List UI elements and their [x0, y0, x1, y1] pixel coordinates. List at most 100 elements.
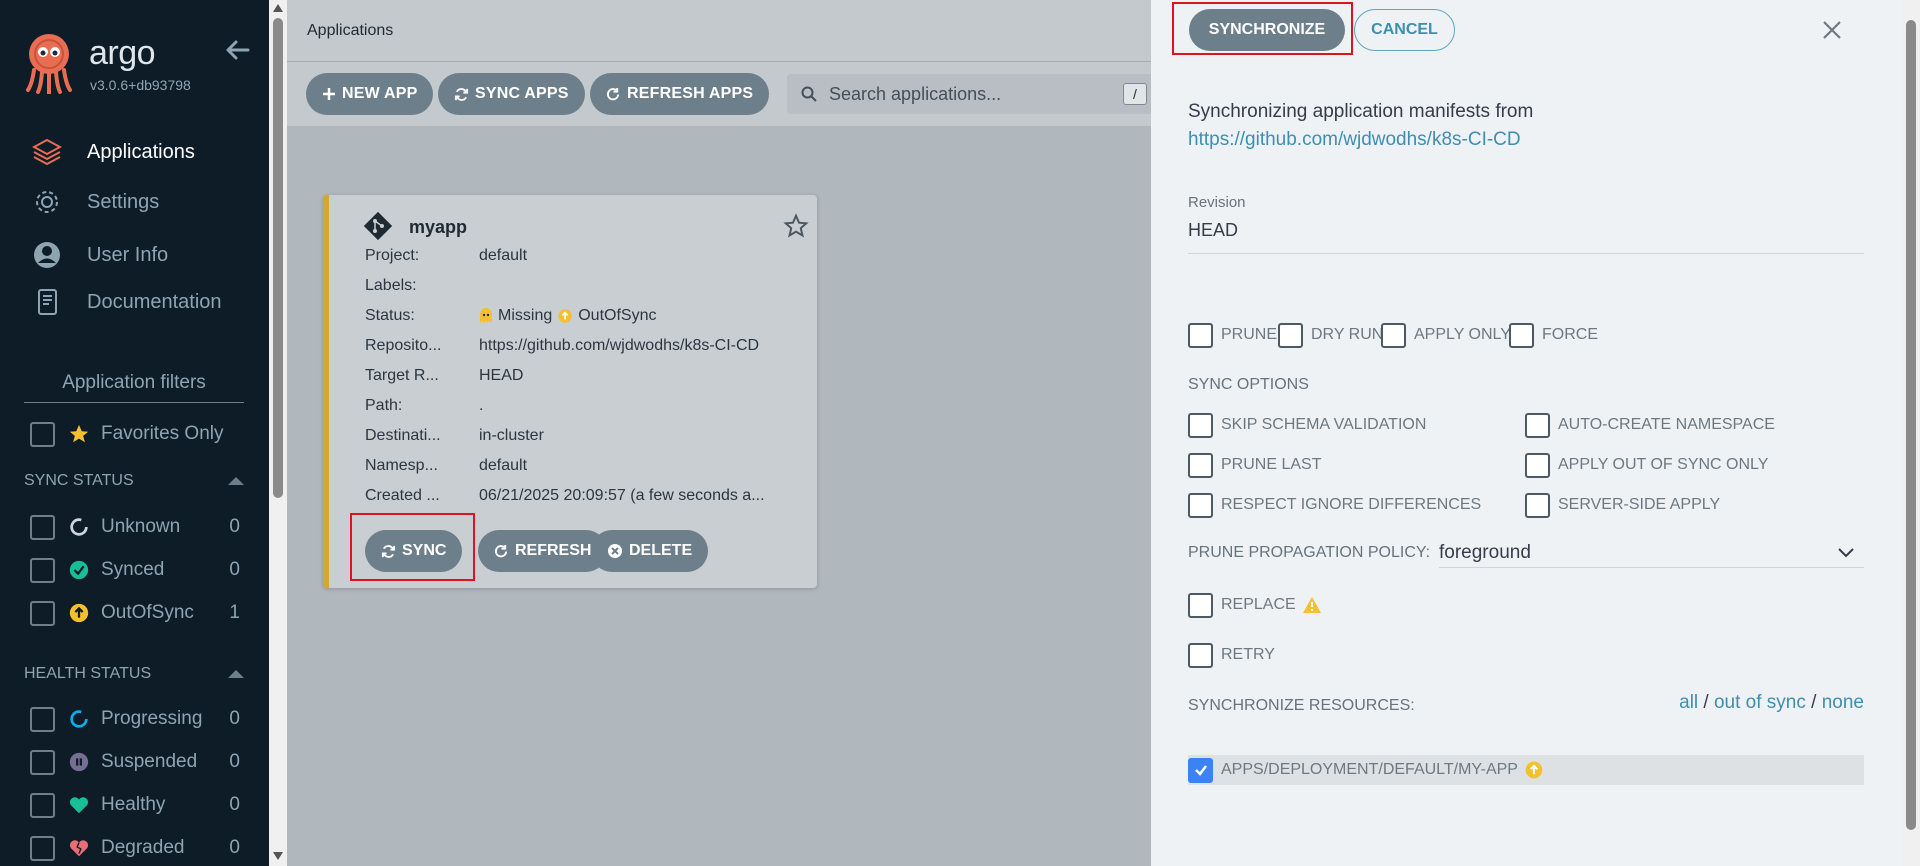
arrow-up-circle-icon	[558, 309, 572, 323]
checkbox[interactable]	[1188, 322, 1213, 348]
nav-label: Documentation	[87, 290, 222, 313]
card-delete-button[interactable]: DELETE	[591, 530, 709, 572]
refresh-apps-button[interactable]: REFRESH APPS	[590, 73, 770, 115]
option-auto-create-namespace[interactable]: AUTO-CREATE NAMESPACE	[1525, 412, 1775, 438]
git-icon	[363, 211, 393, 241]
health-status-text: Missing	[498, 307, 553, 324]
select-all-link[interactable]: all	[1679, 692, 1698, 713]
checkbox[interactable]	[30, 421, 55, 447]
option-prune[interactable]: PRUNE	[1188, 322, 1277, 348]
checkbox[interactable]	[1278, 322, 1303, 348]
scroll-up-arrow-icon[interactable]	[273, 4, 283, 12]
card-refresh-button[interactable]: REFRESH	[478, 530, 608, 572]
revision-label: Revision	[1188, 194, 1246, 211]
heart-icon	[67, 793, 91, 817]
circle-notch-icon	[67, 515, 91, 539]
option-apply-only[interactable]: APPLY ONLY	[1381, 322, 1511, 348]
option-server-side-apply[interactable]: SERVER-SIDE APPLY	[1525, 492, 1720, 518]
favorite-star-icon[interactable]	[783, 213, 809, 239]
nav-settings[interactable]: Settings	[30, 185, 159, 219]
option-label: RETRY	[1221, 646, 1275, 663]
filter-label: Synced	[101, 559, 165, 580]
checkbox[interactable]	[30, 514, 55, 540]
sidebar: argo v3.0.6+db93798 Applications Setting…	[0, 0, 269, 866]
checkbox[interactable]	[1381, 322, 1406, 348]
card-row-repository: Reposito... https://github.com/wjdwodhs/…	[365, 337, 805, 355]
filter-health-progressing[interactable]: Progressing 0	[30, 706, 240, 732]
option-replace[interactable]: REPLACE	[1188, 592, 1322, 618]
filter-label: Progressing	[101, 708, 203, 729]
option-force[interactable]: FORCE	[1509, 322, 1598, 348]
filter-sync-synced[interactable]: Synced 0	[30, 557, 240, 583]
sync-status-header[interactable]: SYNC STATUS	[24, 472, 244, 490]
filter-health-suspended[interactable]: Suspended 0	[30, 749, 240, 775]
filter-sync-outofsync[interactable]: OutOfSync 1	[30, 600, 240, 626]
select-none-link[interactable]: none	[1822, 692, 1864, 713]
health-status-header[interactable]: HEALTH STATUS	[24, 665, 244, 683]
row-key: Project:	[365, 247, 420, 264]
checkbox[interactable]	[1525, 452, 1550, 478]
prune-policy-select[interactable]: foreground	[1439, 538, 1864, 568]
checkbox[interactable]	[1188, 452, 1213, 478]
app-name[interactable]: myapp	[409, 217, 467, 238]
checkbox-checked[interactable]	[1188, 757, 1213, 783]
arrow-up-circle-icon	[1525, 761, 1543, 779]
checkbox[interactable]	[30, 792, 55, 818]
option-prune-last[interactable]: PRUNE LAST	[1188, 452, 1321, 478]
close-icon[interactable]	[1818, 16, 1846, 44]
filter-sync-unknown[interactable]: Unknown 0	[30, 514, 240, 540]
checkbox[interactable]	[1525, 492, 1550, 518]
times-circle-icon	[607, 543, 623, 559]
checkbox[interactable]	[30, 749, 55, 775]
sync-apps-button[interactable]: SYNC APPS	[438, 73, 585, 115]
filter-label: OutOfSync	[101, 602, 194, 623]
cancel-button[interactable]: CANCEL	[1354, 9, 1455, 51]
checkbox[interactable]	[1188, 592, 1213, 618]
user-icon	[30, 238, 64, 272]
collapse-triangle-icon[interactable]	[228, 477, 244, 485]
repo-link[interactable]: https://github.com/wjdwodhs/k8s-CI-CD	[1188, 129, 1521, 151]
filter-favorites-only[interactable]: Favorites Only	[30, 421, 240, 447]
option-retry[interactable]: RETRY	[1188, 642, 1275, 668]
filter-health-healthy[interactable]: Healthy 0	[30, 792, 240, 818]
checkbox[interactable]	[30, 706, 55, 732]
checkbox[interactable]	[30, 557, 55, 583]
filter-count: 1	[229, 602, 240, 623]
checkbox[interactable]	[1509, 322, 1534, 348]
arrow-up-circle-icon	[67, 601, 91, 625]
resource-row[interactable]: APPS/DEPLOYMENT/DEFAULT/MY-APP	[1188, 755, 1864, 785]
new-app-button[interactable]: NEW APP	[306, 73, 434, 115]
ghost-missing-icon	[480, 308, 492, 323]
select-out-of-sync-link[interactable]: out of sync	[1714, 692, 1806, 713]
checkbox[interactable]	[30, 835, 55, 861]
checkbox[interactable]	[1188, 492, 1213, 518]
filter-count: 0	[229, 751, 240, 772]
option-apply-out-of-sync-only[interactable]: APPLY OUT OF SYNC ONLY	[1525, 452, 1768, 478]
sync-intro-text: Synchronizing application manifests from	[1188, 101, 1534, 122]
checkbox[interactable]	[1188, 412, 1213, 438]
panel-scrollbar[interactable]	[1902, 0, 1920, 866]
option-respect-ignore-differences[interactable]: RESPECT IGNORE DIFFERENCES	[1188, 492, 1481, 518]
checkbox[interactable]	[1525, 412, 1550, 438]
row-value: .	[479, 397, 484, 414]
filter-count: 0	[229, 708, 240, 729]
collapse-sidebar-arrow-icon[interactable]	[224, 36, 252, 64]
scrollbar-thumb[interactable]	[1906, 20, 1916, 830]
option-dry-run[interactable]: DRY RUN	[1278, 322, 1383, 348]
scroll-down-arrow-icon[interactable]	[273, 852, 283, 860]
checkbox[interactable]	[30, 600, 55, 626]
nav-applications[interactable]: Applications	[30, 135, 195, 169]
filter-label: Unknown	[101, 516, 181, 537]
scrollbar-thumb[interactable]	[273, 18, 283, 498]
filter-label: Suspended	[101, 751, 198, 772]
option-label: APPLY ONLY	[1414, 326, 1511, 343]
search-icon	[801, 86, 817, 102]
filter-health-degraded[interactable]: Degraded 0	[30, 835, 240, 861]
nav-user-info[interactable]: User Info	[30, 238, 168, 272]
row-key: Status:	[365, 307, 415, 324]
nav-documentation[interactable]: Documentation	[30, 285, 222, 319]
option-skip-schema-validation[interactable]: SKIP SCHEMA VALIDATION	[1188, 412, 1426, 438]
nav-label: User Info	[87, 243, 169, 266]
collapse-triangle-icon[interactable]	[228, 670, 244, 678]
checkbox[interactable]	[1188, 642, 1213, 668]
